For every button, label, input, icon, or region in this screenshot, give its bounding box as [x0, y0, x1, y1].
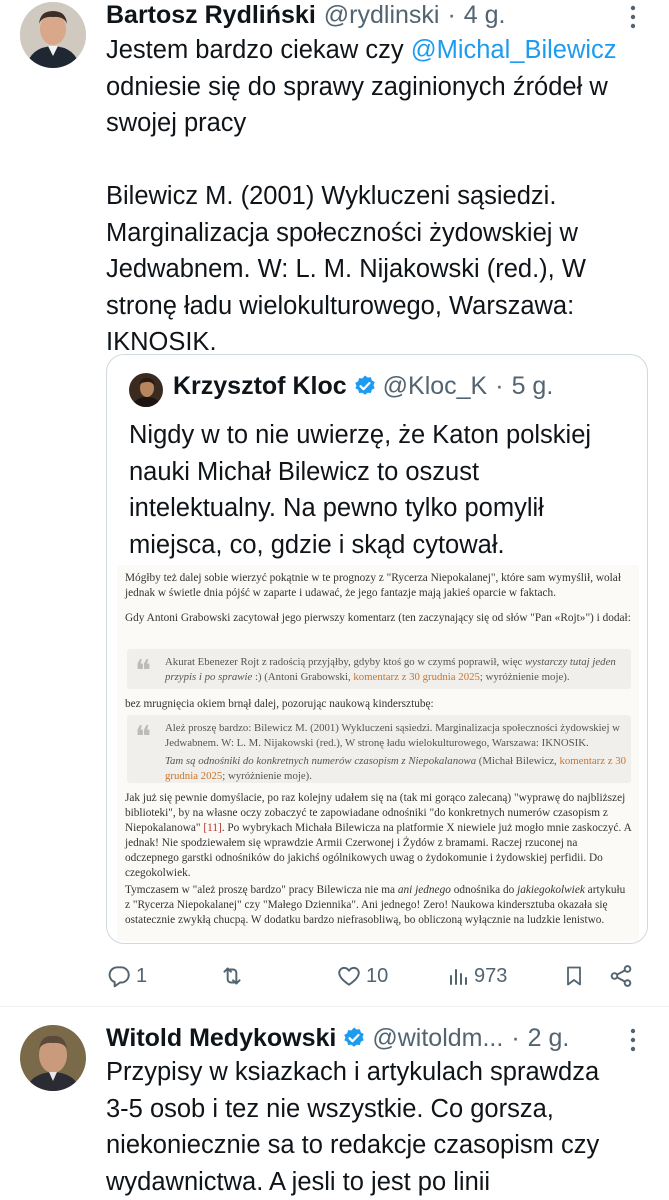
author-name[interactable]: Bartosz Rydliński [106, 0, 316, 30]
doc-link[interactable]: komentarz z 30 grudnia 2025 [353, 671, 480, 683]
doc-paragraph: Jak już się pewnie domyślacie, po raz ko… [125, 791, 633, 881]
quote-author-handle[interactable]: @Kloc_K [383, 371, 488, 401]
doc-text-part: ; wyróżnienie moje). [222, 769, 312, 782]
tweet-medykowski[interactable]: Witold Medykowski @witoldm... · 2 g. Prz… [0, 1007, 669, 1200]
like-icon [338, 966, 360, 986]
quote-mark-icon: ❝ [135, 720, 152, 755]
share-button[interactable] [608, 958, 634, 994]
tweet-text: Przypisy w ksiazkach i artykulach sprawd… [106, 1058, 600, 1196]
doc-quote-text: Tam są odnośniki do konkretnych numerów … [165, 754, 627, 783]
views-icon [450, 969, 467, 985]
tweet-text: Jestem bardzo ciekaw czy @Michal_Bilewic… [106, 32, 646, 361]
reply-button[interactable]: 1 [106, 958, 147, 994]
quote-header: Krzysztof Kloc @Kloc_K · 5 g. [173, 371, 553, 401]
doc-text-part: ; wyróżnienie moje). [479, 670, 570, 683]
bookmark-icon [567, 966, 581, 986]
avatar[interactable] [20, 1025, 86, 1091]
tweet-rydlinski[interactable]: Bartosz Rydliński @rydlinski · 4 g. Jest… [0, 0, 669, 1006]
tweet-header: Bartosz Rydliński @rydlinski · 4 g. [106, 0, 506, 30]
doc-emphasis: Tam są odnośniki do konkretnych numerów … [165, 755, 477, 767]
tweet-actions: 1 10 973 [106, 958, 636, 994]
doc-blockquote: ❝ Ależ proszę bardzo: Bilewicz M. (2001)… [127, 715, 631, 783]
doc-paragraph: Gdy Antoni Grabowski zacytował jego pier… [125, 612, 631, 624]
quoted-tweet[interactable]: Krzysztof Kloc @Kloc_K · 5 g. Nigdy w to… [106, 354, 648, 944]
doc-text-part: odnośnika do [450, 884, 518, 896]
separator-dot: · [511, 1024, 520, 1052]
doc-text-part: (Michał Bilewicz, [476, 755, 560, 767]
like-button[interactable]: 10 [336, 958, 388, 994]
timestamp[interactable]: 4 g. [464, 0, 506, 30]
avatar[interactable] [20, 2, 86, 68]
doc-text-part: Tymczasem w "ależ proszę bardzo" pracy B… [125, 884, 398, 896]
like-count: 10 [366, 964, 389, 987]
separator-dot: · [495, 372, 504, 400]
share-icon [610, 965, 632, 987]
quote-timestamp[interactable]: 5 g. [512, 371, 554, 401]
doc-blockquote: ❝ Akurat Ebenezer Rojt z radością przyją… [127, 649, 631, 689]
tweet-text-part: odniesie się do sprawy zaginionych źróde… [106, 72, 608, 357]
author-handle[interactable]: @rydlinski [324, 0, 440, 30]
retweet-icon [223, 967, 241, 985]
doc-text-part: :) (Antoni Grabowski, [252, 670, 354, 683]
doc-paragraph: bez mrugnięcia okiem brnął dalej, pozoru… [125, 698, 434, 710]
avatar[interactable] [129, 373, 163, 407]
retweet-button[interactable] [218, 958, 250, 994]
tweet-header: Witold Medykowski @witoldm... · 2 g. [106, 1023, 569, 1053]
doc-text-part: Akurat Ebenezer Rojt z radością przyjąłb… [165, 656, 525, 668]
doc-quote-text: Akurat Ebenezer Rojt z radością przyjąłb… [165, 655, 627, 684]
verified-badge-icon [353, 374, 377, 398]
separator-dot: · [447, 1, 456, 29]
bookmark-button[interactable] [562, 958, 586, 994]
doc-emphasis: jakiegokolwiek [517, 884, 585, 896]
quote-author-name[interactable]: Krzysztof Kloc [173, 371, 347, 401]
doc-paragraph: Tymczasem w "ależ proszę bardzo" pracy B… [125, 883, 633, 928]
verified-badge-icon [342, 1026, 366, 1050]
doc-quote-text: Ależ proszę bardzo: Bilewicz M. (2001) W… [165, 722, 620, 749]
views-count: 973 [474, 964, 508, 987]
mention-link[interactable]: @Michal_Bilewicz [411, 36, 617, 64]
quote-mark-icon: ❝ [135, 654, 152, 689]
doc-footnote-link[interactable]: [11] [203, 822, 221, 834]
author-name[interactable]: Witold Medykowski [106, 1023, 336, 1053]
author-handle[interactable]: @witoldm... [372, 1023, 503, 1053]
more-dots-icon[interactable] [626, 4, 640, 35]
views-button[interactable]: 973 [446, 958, 507, 994]
reply-count: 1 [136, 964, 148, 987]
quote-image-document[interactable]: Mógłby też dalej sobie wierzyć pokątnie … [117, 565, 639, 941]
doc-emphasis: ani jednego [397, 884, 451, 896]
quote-text: Nigdy w to nie uwierzę, że Katon polskie… [129, 421, 592, 559]
tweet-text-part: Jestem bardzo ciekaw czy [106, 36, 411, 64]
timestamp[interactable]: 2 g. [528, 1023, 570, 1053]
reply-icon [108, 966, 130, 988]
doc-paragraph: Mógłby też dalej sobie wierzyć pokątnie … [125, 572, 621, 599]
